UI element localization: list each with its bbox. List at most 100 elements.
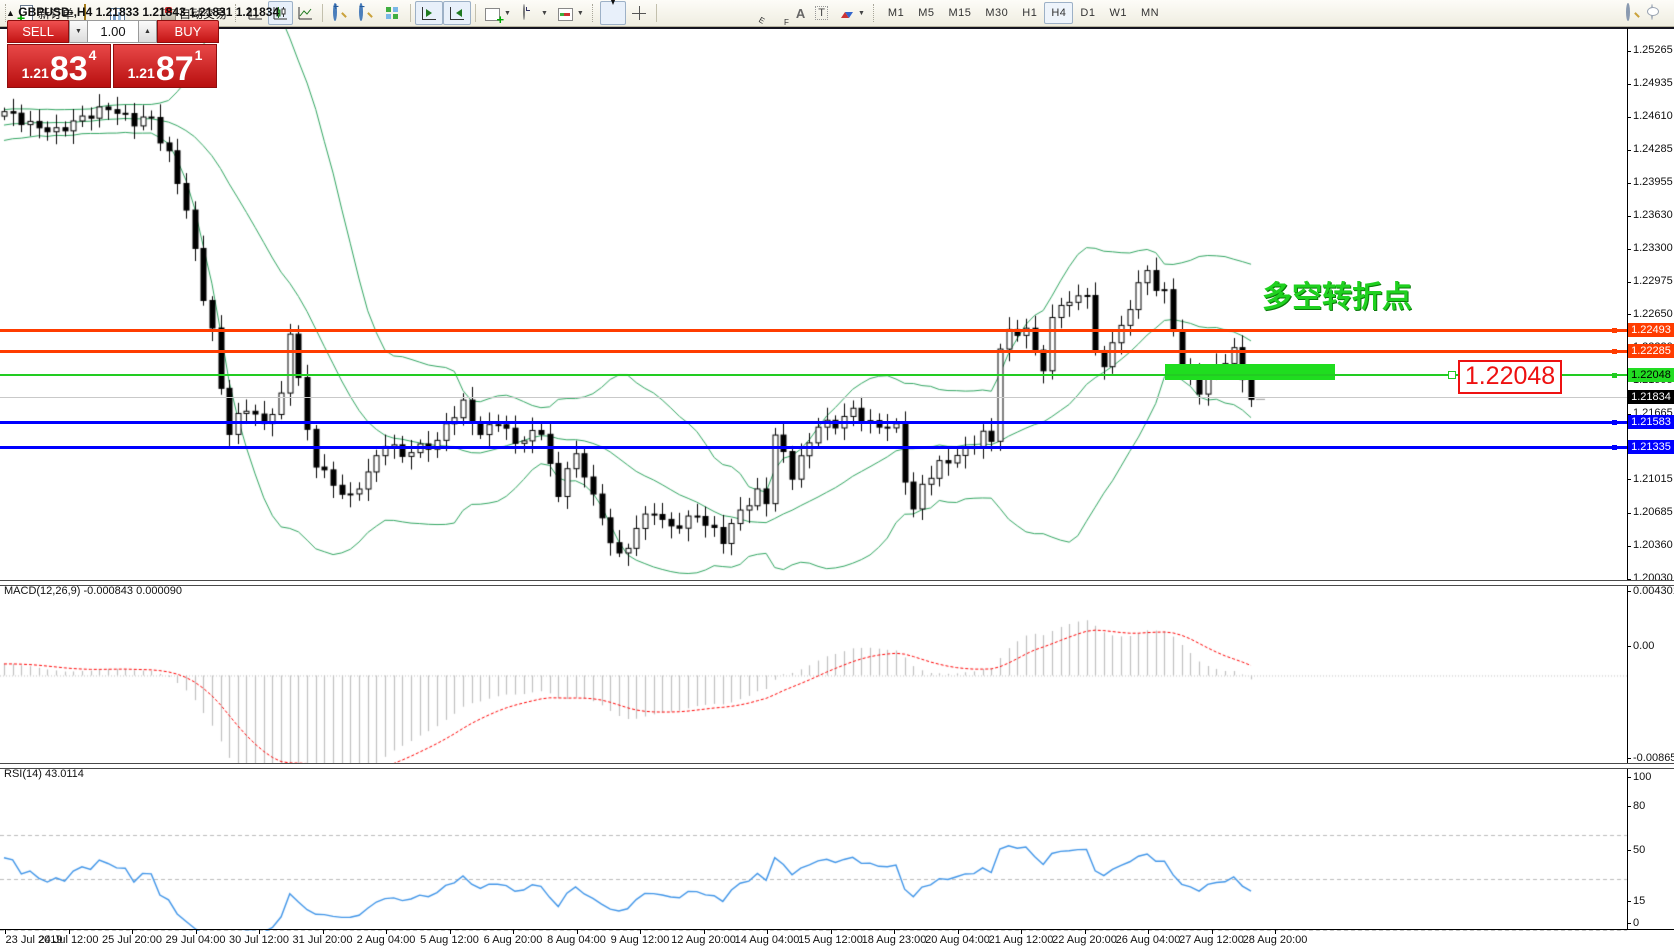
rsi-canvas[interactable] bbox=[0, 770, 1674, 931]
time-label: 18 Aug 23:00 bbox=[862, 934, 927, 946]
timeframe-m1[interactable]: M1 bbox=[881, 2, 911, 24]
volume-up-button[interactable]: ▲ bbox=[138, 20, 157, 43]
cursor-button[interactable] bbox=[600, 1, 626, 25]
timeframe-h1[interactable]: H1 bbox=[1015, 2, 1044, 24]
volume-down-button[interactable]: ▼ bbox=[69, 20, 88, 43]
timeframe-m5[interactable]: M5 bbox=[911, 2, 941, 24]
arrows-caret-icon: ▼ bbox=[858, 10, 865, 17]
time-label: 28 Aug 20:00 bbox=[1243, 934, 1308, 946]
buy-price-panel[interactable]: 1.21 87 1 bbox=[113, 44, 217, 88]
indicators-icon bbox=[485, 8, 500, 21]
macd-label: MACD(12,26,9) -0.000843 0.000090 bbox=[4, 585, 182, 597]
zoom-out-icon: − bbox=[359, 3, 363, 21]
time-label: 29 Jul 04:00 bbox=[166, 934, 226, 946]
channel-button[interactable] bbox=[739, 1, 765, 25]
text-icon: A bbox=[796, 6, 805, 21]
tile-windows-icon bbox=[386, 7, 399, 19]
time-label: 8 Aug 04:00 bbox=[547, 934, 606, 946]
arrows-button[interactable]: ▼ bbox=[833, 1, 870, 25]
auto-scroll-icon bbox=[422, 7, 436, 20]
price-tick-label: 1.23955 bbox=[1633, 176, 1673, 188]
timeframe-w1[interactable]: W1 bbox=[1102, 2, 1134, 24]
chart-area[interactable] bbox=[0, 27, 1674, 950]
timeframe-h4[interactable]: H4 bbox=[1044, 2, 1073, 24]
line-anchor-square[interactable] bbox=[1612, 373, 1617, 378]
tile-windows-button[interactable] bbox=[379, 1, 406, 25]
crosshair-button[interactable] bbox=[626, 1, 652, 25]
timeframe-strip: M1M5M15M30H1H4D1W1MN bbox=[881, 2, 1166, 24]
buy-price-prefix: 1.21 bbox=[128, 65, 155, 81]
one-click-trading-panel: SELL ▼ 1.00 ▲ BUY 1.21 83 4 1.21 87 1 bbox=[7, 20, 219, 88]
horizontal-line-1.22493[interactable] bbox=[0, 329, 1627, 332]
rsi-panel-separator[interactable] bbox=[0, 763, 1674, 769]
indicators-caret-icon: ▼ bbox=[504, 10, 511, 17]
time-label: 27 Aug 12:00 bbox=[1179, 934, 1244, 946]
price-tick-label: 1.24935 bbox=[1633, 77, 1673, 89]
price-badge-1.21583: 1.21583 bbox=[1628, 415, 1674, 429]
rsi-level-label: 100 bbox=[1633, 771, 1651, 783]
timeframe-m30[interactable]: M30 bbox=[978, 2, 1015, 24]
search-icon bbox=[1626, 3, 1630, 21]
price-tick-label: 1.22650 bbox=[1633, 308, 1673, 320]
line-anchor-square[interactable] bbox=[1612, 328, 1617, 333]
periods-caret-icon: ▼ bbox=[541, 10, 548, 17]
price-tick-label: 1.22975 bbox=[1633, 275, 1673, 287]
price-tick-label: 1.25265 bbox=[1633, 44, 1673, 56]
price-axis-line bbox=[1627, 28, 1628, 930]
buy-button[interactable]: BUY bbox=[157, 20, 219, 43]
callout-line-handle[interactable] bbox=[1448, 371, 1456, 379]
search-button[interactable] bbox=[1620, 1, 1646, 25]
zoom-in-icon: + bbox=[333, 3, 337, 21]
horizontal-line-1.22285[interactable] bbox=[0, 350, 1627, 353]
horizontal-line-1.21335[interactable] bbox=[0, 446, 1627, 449]
price-chart-canvas[interactable] bbox=[0, 29, 1674, 585]
sell-price-panel[interactable]: 1.21 83 4 bbox=[7, 44, 111, 88]
line-anchor-square[interactable] bbox=[1612, 420, 1617, 425]
zoom-out-button[interactable]: − bbox=[353, 1, 379, 25]
macd-panel-separator[interactable] bbox=[0, 580, 1674, 586]
time-label: 22 Aug 20:00 bbox=[1052, 934, 1117, 946]
templates-button[interactable]: ▼ bbox=[553, 1, 589, 25]
annotation-text[interactable]: 多空转折点 bbox=[1262, 272, 1412, 316]
horizontal-line-button[interactable] bbox=[687, 1, 713, 25]
text-label-button[interactable]: T bbox=[810, 1, 833, 25]
macd-tick-label: -0.008651 bbox=[1633, 752, 1674, 764]
chart-title: ▲ GBPUSD-,H4 1.21833 1.21843 1.21831 1.2… bbox=[6, 5, 279, 19]
periods-button[interactable]: ▼ bbox=[516, 1, 553, 25]
sell-price-prefix: 1.21 bbox=[22, 65, 49, 81]
chat-button[interactable] bbox=[1646, 1, 1672, 25]
price-tick-label: 1.24285 bbox=[1633, 143, 1673, 155]
trendline-button[interactable] bbox=[713, 1, 739, 25]
timeframe-m15[interactable]: M15 bbox=[941, 2, 978, 24]
time-label: 9 Aug 12:00 bbox=[611, 934, 670, 946]
auto-scroll-button[interactable] bbox=[415, 1, 443, 25]
price-badge-1.21335: 1.21335 bbox=[1628, 440, 1674, 454]
line-chart-button[interactable] bbox=[293, 1, 318, 25]
sell-button[interactable]: SELL bbox=[7, 20, 69, 43]
fibonacci-button[interactable] bbox=[765, 1, 791, 25]
price-tick-label: 1.23630 bbox=[1633, 209, 1673, 221]
price-callout-box[interactable]: 1.22048 bbox=[1458, 360, 1562, 394]
time-label: 26 Aug 04:00 bbox=[1116, 934, 1181, 946]
green-zone-rectangle[interactable] bbox=[1165, 364, 1335, 380]
price-badge-1.22048: 1.22048 bbox=[1628, 368, 1674, 382]
chart-shift-button[interactable] bbox=[443, 1, 471, 25]
horizontal-line-1.22048[interactable] bbox=[0, 374, 1627, 376]
chart-shift-icon bbox=[450, 7, 464, 20]
indicators-button[interactable]: ▼ bbox=[480, 1, 516, 25]
buy-price-pip: 1 bbox=[195, 47, 203, 63]
timeframe-mn[interactable]: MN bbox=[1134, 2, 1166, 24]
line-anchor-square[interactable] bbox=[1612, 445, 1617, 450]
text-button[interactable]: A bbox=[791, 1, 810, 25]
zoom-in-button[interactable]: + bbox=[327, 1, 353, 25]
horizontal-line-1.21583[interactable] bbox=[0, 421, 1627, 424]
volume-input[interactable]: 1.00 bbox=[88, 20, 139, 43]
clock-icon bbox=[523, 4, 525, 20]
macd-canvas[interactable] bbox=[0, 585, 1674, 767]
price-tick-label: 1.21015 bbox=[1633, 473, 1673, 485]
line-anchor-square[interactable] bbox=[1612, 349, 1617, 354]
vertical-line-button[interactable] bbox=[661, 1, 687, 25]
collapse-arrow-icon[interactable]: ▲ bbox=[6, 8, 15, 18]
timeframe-d1[interactable]: D1 bbox=[1073, 2, 1102, 24]
macd-tick-label: 0.00 bbox=[1633, 640, 1654, 652]
